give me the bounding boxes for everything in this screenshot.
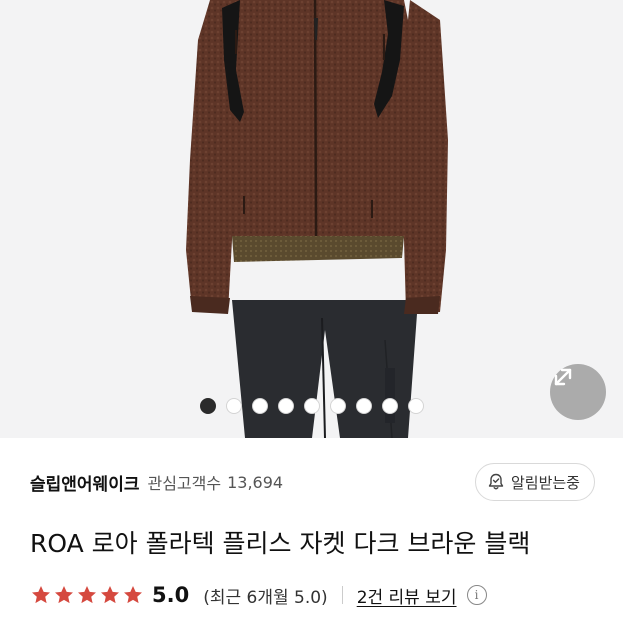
- carousel-dot[interactable]: [303, 398, 320, 414]
- star-icon: [101, 586, 119, 604]
- product-image[interactable]: [0, 0, 623, 438]
- carousel-dot[interactable]: [381, 398, 398, 414]
- star-icon: [55, 586, 73, 604]
- product-photo: [186, 0, 448, 438]
- product-title: ROA 로아 폴라텍 플리스 자켓 다크 브라운 블랙: [30, 529, 531, 558]
- carousel-dot[interactable]: [199, 398, 216, 414]
- alarm-button-label: 알림받는중: [510, 473, 580, 492]
- store-row: 슬립앤어웨이크 관심고객수 13,694 알림받는중: [30, 462, 595, 502]
- carousel-dot[interactable]: [329, 398, 346, 414]
- expand-arrows-icon: [554, 368, 572, 386]
- star-icon: [78, 586, 96, 604]
- rating-row: 5.0 (최근 6개월 5.0) 2건 리뷰 보기 i: [30, 580, 487, 610]
- rating-stars: [30, 584, 144, 606]
- divider: [341, 586, 343, 604]
- review-link[interactable]: 2건 리뷰 보기: [357, 583, 457, 608]
- bell-check-icon: [488, 473, 504, 490]
- store-name[interactable]: 슬립앤어웨이크: [30, 470, 139, 495]
- info-icon[interactable]: i: [466, 585, 487, 605]
- rating-period: (최근 6개월 5.0): [203, 587, 328, 608]
- rating-score: 5.0: [152, 583, 190, 607]
- follower-label: 관심고객수: [147, 474, 222, 493]
- carousel-dot[interactable]: [277, 398, 294, 414]
- follower-count: 13,694: [227, 472, 284, 492]
- carousel-dot[interactable]: [407, 398, 424, 414]
- image-carousel-indicator: [0, 398, 623, 416]
- star-icon: [32, 586, 50, 604]
- carousel-dot[interactable]: [251, 398, 268, 414]
- star-icon: [124, 586, 142, 604]
- carousel-dot[interactable]: [225, 398, 242, 414]
- alarm-subscribed-button[interactable]: 알림받는중: [474, 463, 595, 501]
- carousel-dot[interactable]: [355, 398, 372, 414]
